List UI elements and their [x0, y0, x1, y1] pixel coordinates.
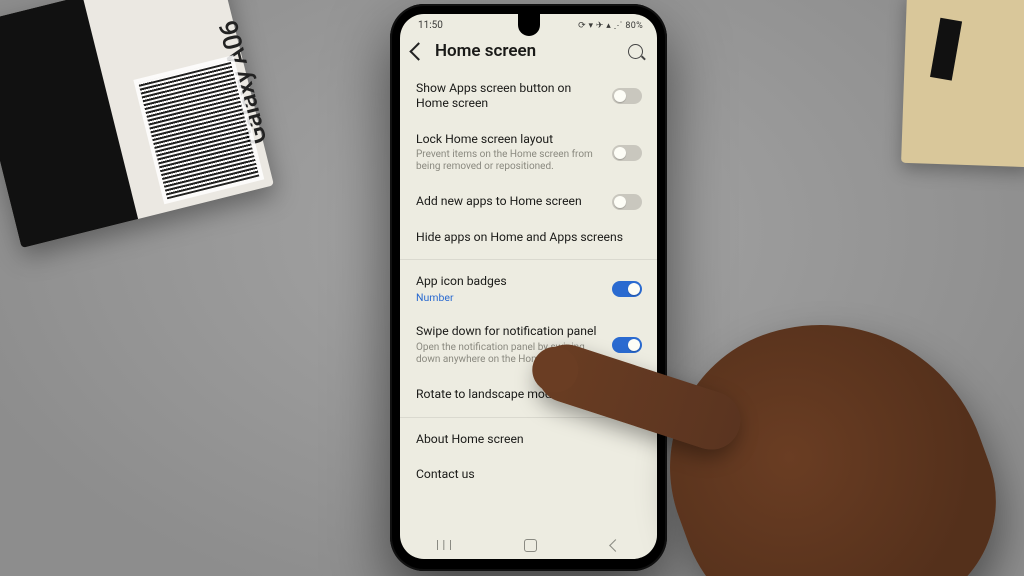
home-icon[interactable]	[524, 539, 537, 552]
row-lock-layout[interactable]: Lock Home screen layout Prevent items on…	[400, 122, 657, 184]
header-bar: Home screen	[400, 33, 657, 71]
row-title: Hide apps on Home and Apps screens	[416, 230, 642, 245]
toggle-show-apps[interactable]	[612, 88, 642, 104]
settings-list[interactable]: Show Apps screen button on Home screen L…	[400, 71, 657, 492]
row-contact-us[interactable]: Contact us	[400, 457, 657, 492]
row-hide-apps[interactable]: Hide apps on Home and Apps screens	[400, 220, 657, 255]
row-subtitle: Prevent items on the Home screen from be…	[416, 149, 600, 174]
row-title: Contact us	[416, 467, 642, 482]
recents-icon[interactable]	[437, 540, 451, 550]
toggle-lock-layout[interactable]	[612, 145, 642, 161]
page-title: Home screen	[435, 41, 618, 61]
phone-screen: 11:50 ⟳ ▾ ✈ ▴ ⋰ 80% Home screen Show App…	[400, 14, 657, 559]
camera-notch	[518, 14, 540, 36]
search-icon[interactable]	[628, 44, 643, 59]
status-indicators: ⟳ ▾ ✈ ▴ ⋰ 80%	[578, 21, 643, 31]
wooden-block	[901, 0, 1024, 167]
row-value: Number	[416, 291, 600, 304]
android-nav-bar	[400, 531, 657, 559]
product-box: Galaxy A06	[0, 0, 274, 248]
back-icon[interactable]	[409, 42, 427, 60]
toggle-add-new-apps[interactable]	[612, 194, 642, 210]
row-title: Show Apps screen button on Home screen	[416, 81, 600, 112]
phone-frame: 11:50 ⟳ ▾ ✈ ▴ ⋰ 80% Home screen Show App…	[390, 4, 667, 571]
row-title: Swipe down for notification panel	[416, 324, 600, 339]
row-about-home-screen[interactable]: About Home screen	[400, 422, 657, 457]
divider	[400, 259, 657, 260]
row-show-apps-button[interactable]: Show Apps screen button on Home screen	[400, 71, 657, 122]
back-nav-icon[interactable]	[609, 539, 622, 552]
row-title: App icon badges	[416, 274, 600, 289]
row-add-new-apps[interactable]: Add new apps to Home screen	[400, 184, 657, 220]
toggle-app-icon-badges[interactable]	[612, 281, 642, 297]
row-title: Lock Home screen layout	[416, 132, 600, 147]
scene: Galaxy A06 11:50 ⟳ ▾ ✈ ▴ ⋰ 80% Home scre…	[0, 0, 1024, 576]
row-title: About Home screen	[416, 432, 642, 447]
status-time: 11:50	[418, 20, 443, 31]
toggle-swipe-notification[interactable]	[612, 337, 642, 353]
row-app-icon-badges[interactable]: App icon badges Number	[400, 264, 657, 314]
row-title: Add new apps to Home screen	[416, 194, 600, 209]
